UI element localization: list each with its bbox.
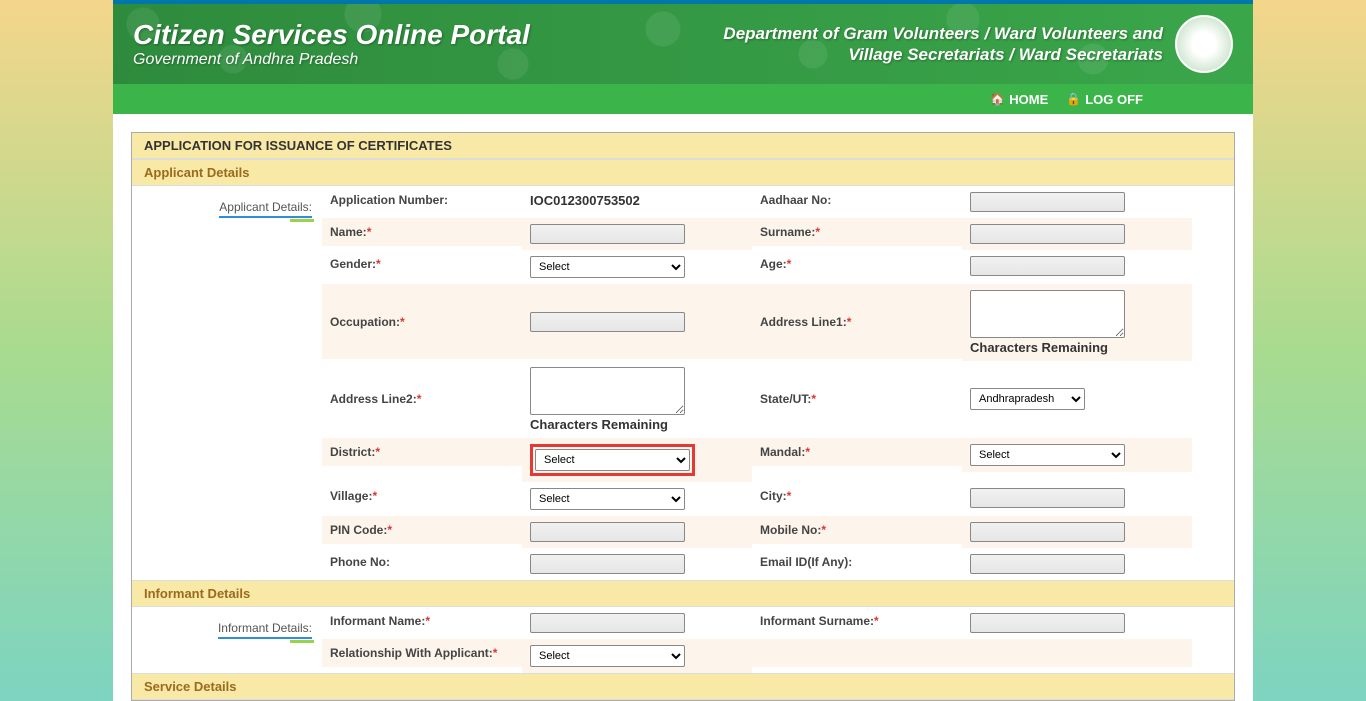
label-age: Age:* [760,257,791,271]
inf-name-input[interactable] [530,613,685,633]
label-phone: Phone No: [330,555,390,569]
inf-surname-input[interactable] [970,613,1125,633]
label-inf-name: Informant Name:* [330,614,430,628]
occupation-input[interactable] [530,312,685,332]
label-inf-surname: Informant Surname:* [760,614,879,628]
header-left: Citizen Services Online Portal Governmen… [133,19,530,69]
nav-bar: 🏠 HOME 🔒 LOG OFF [113,84,1253,114]
label-gender: Gender:* [330,257,381,271]
value-app-no: IOC012300753502 [530,193,640,208]
age-input[interactable] [970,256,1125,276]
district-select[interactable]: Select [535,449,690,471]
email-input[interactable] [970,554,1125,574]
surname-input[interactable] [970,224,1125,244]
tab-applicant-label[interactable]: Applicant Details: [219,200,312,218]
label-mandal: Mandal:* [760,445,810,459]
informant-grid: Informant Name:* Informant Surname:* Rel… [322,607,1234,673]
section-informant-header: Informant Details [132,580,1234,607]
page-container: Citizen Services Online Portal Governmen… [113,0,1253,701]
label-relation: Relationship With Applicant:* [330,646,497,660]
label-app-no: Application Number: [330,193,448,207]
relation-select[interactable]: Select [530,645,685,667]
form-area: APPLICATION FOR ISSUANCE OF CERTIFICATES… [113,114,1253,701]
label-addr2: Address Line2:* [330,392,421,406]
village-select[interactable]: Select [530,488,685,510]
nav-logoff-label: LOG OFF [1085,92,1143,107]
label-mobile: Mobile No:* [760,523,826,537]
label-city: City:* [760,489,791,503]
applicant-grid: Application Number: IOC012300753502 Aadh… [322,186,1234,580]
label-occupation: Occupation:* [330,315,405,329]
nav-logoff-link[interactable]: 🔒 LOG OFF [1066,92,1143,107]
side-tab-applicant: Applicant Details: [132,186,322,580]
header-right: Department of Gram Volunteers / Ward Vol… [723,15,1233,73]
addr1-chars-remaining: Characters Remaining [970,340,1108,355]
section-service-header: Service Details [132,673,1234,700]
header-banner: Citizen Services Online Portal Governmen… [113,4,1253,84]
portal-title: Citizen Services Online Portal [133,19,530,51]
city-input[interactable] [970,488,1125,508]
nav-home-link[interactable]: 🏠 HOME [990,92,1048,107]
section-informant-body: Informant Details: Informant Name:* Info… [132,607,1234,673]
home-icon: 🏠 [990,92,1005,106]
department-name: Department of Gram Volunteers / Ward Vol… [723,23,1163,66]
gender-select[interactable]: Select [530,256,685,278]
label-district: District:* [330,445,380,459]
section-applicant-header: Applicant Details [132,159,1234,186]
label-village: Village:* [330,489,377,503]
addr2-chars-remaining: Characters Remaining [530,417,668,432]
addr1-textarea[interactable] [970,290,1125,338]
mobile-input[interactable] [970,522,1125,542]
state-select[interactable]: Andhrapradesh [970,388,1085,410]
form-title-bar: APPLICATION FOR ISSUANCE OF CERTIFICATES [132,133,1234,159]
side-tab-informant: Informant Details: [132,607,322,673]
mandal-select[interactable]: Select [970,444,1125,466]
department-line1: Department of Gram Volunteers / Ward Vol… [723,23,1163,44]
state-emblem-icon [1175,15,1233,73]
label-state: State/UT:* [760,392,816,406]
district-highlight: Select [530,444,695,476]
pin-input[interactable] [530,522,685,542]
phone-input[interactable] [530,554,685,574]
label-addr1: Address Line1:* [760,315,851,329]
section-applicant-body: Applicant Details: Application Number: I… [132,186,1234,580]
label-email: Email ID(If Any): [760,555,852,569]
department-line2: Village Secretariats / Ward Secretariats [723,44,1163,65]
lock-icon: 🔒 [1066,92,1081,106]
label-pin: PIN Code:* [330,523,392,537]
label-surname: Surname:* [760,225,820,239]
label-aadhaar: Aadhaar No: [760,193,831,207]
label-name: Name:* [330,225,371,239]
aadhaar-input[interactable] [970,192,1125,212]
nav-home-label: HOME [1009,92,1048,107]
portal-subtitle: Government of Andhra Pradesh [133,51,530,69]
tab-informant-label[interactable]: Informant Details: [218,621,312,639]
form-frame: APPLICATION FOR ISSUANCE OF CERTIFICATES… [131,132,1235,701]
name-input[interactable] [530,224,685,244]
addr2-textarea[interactable] [530,367,685,415]
